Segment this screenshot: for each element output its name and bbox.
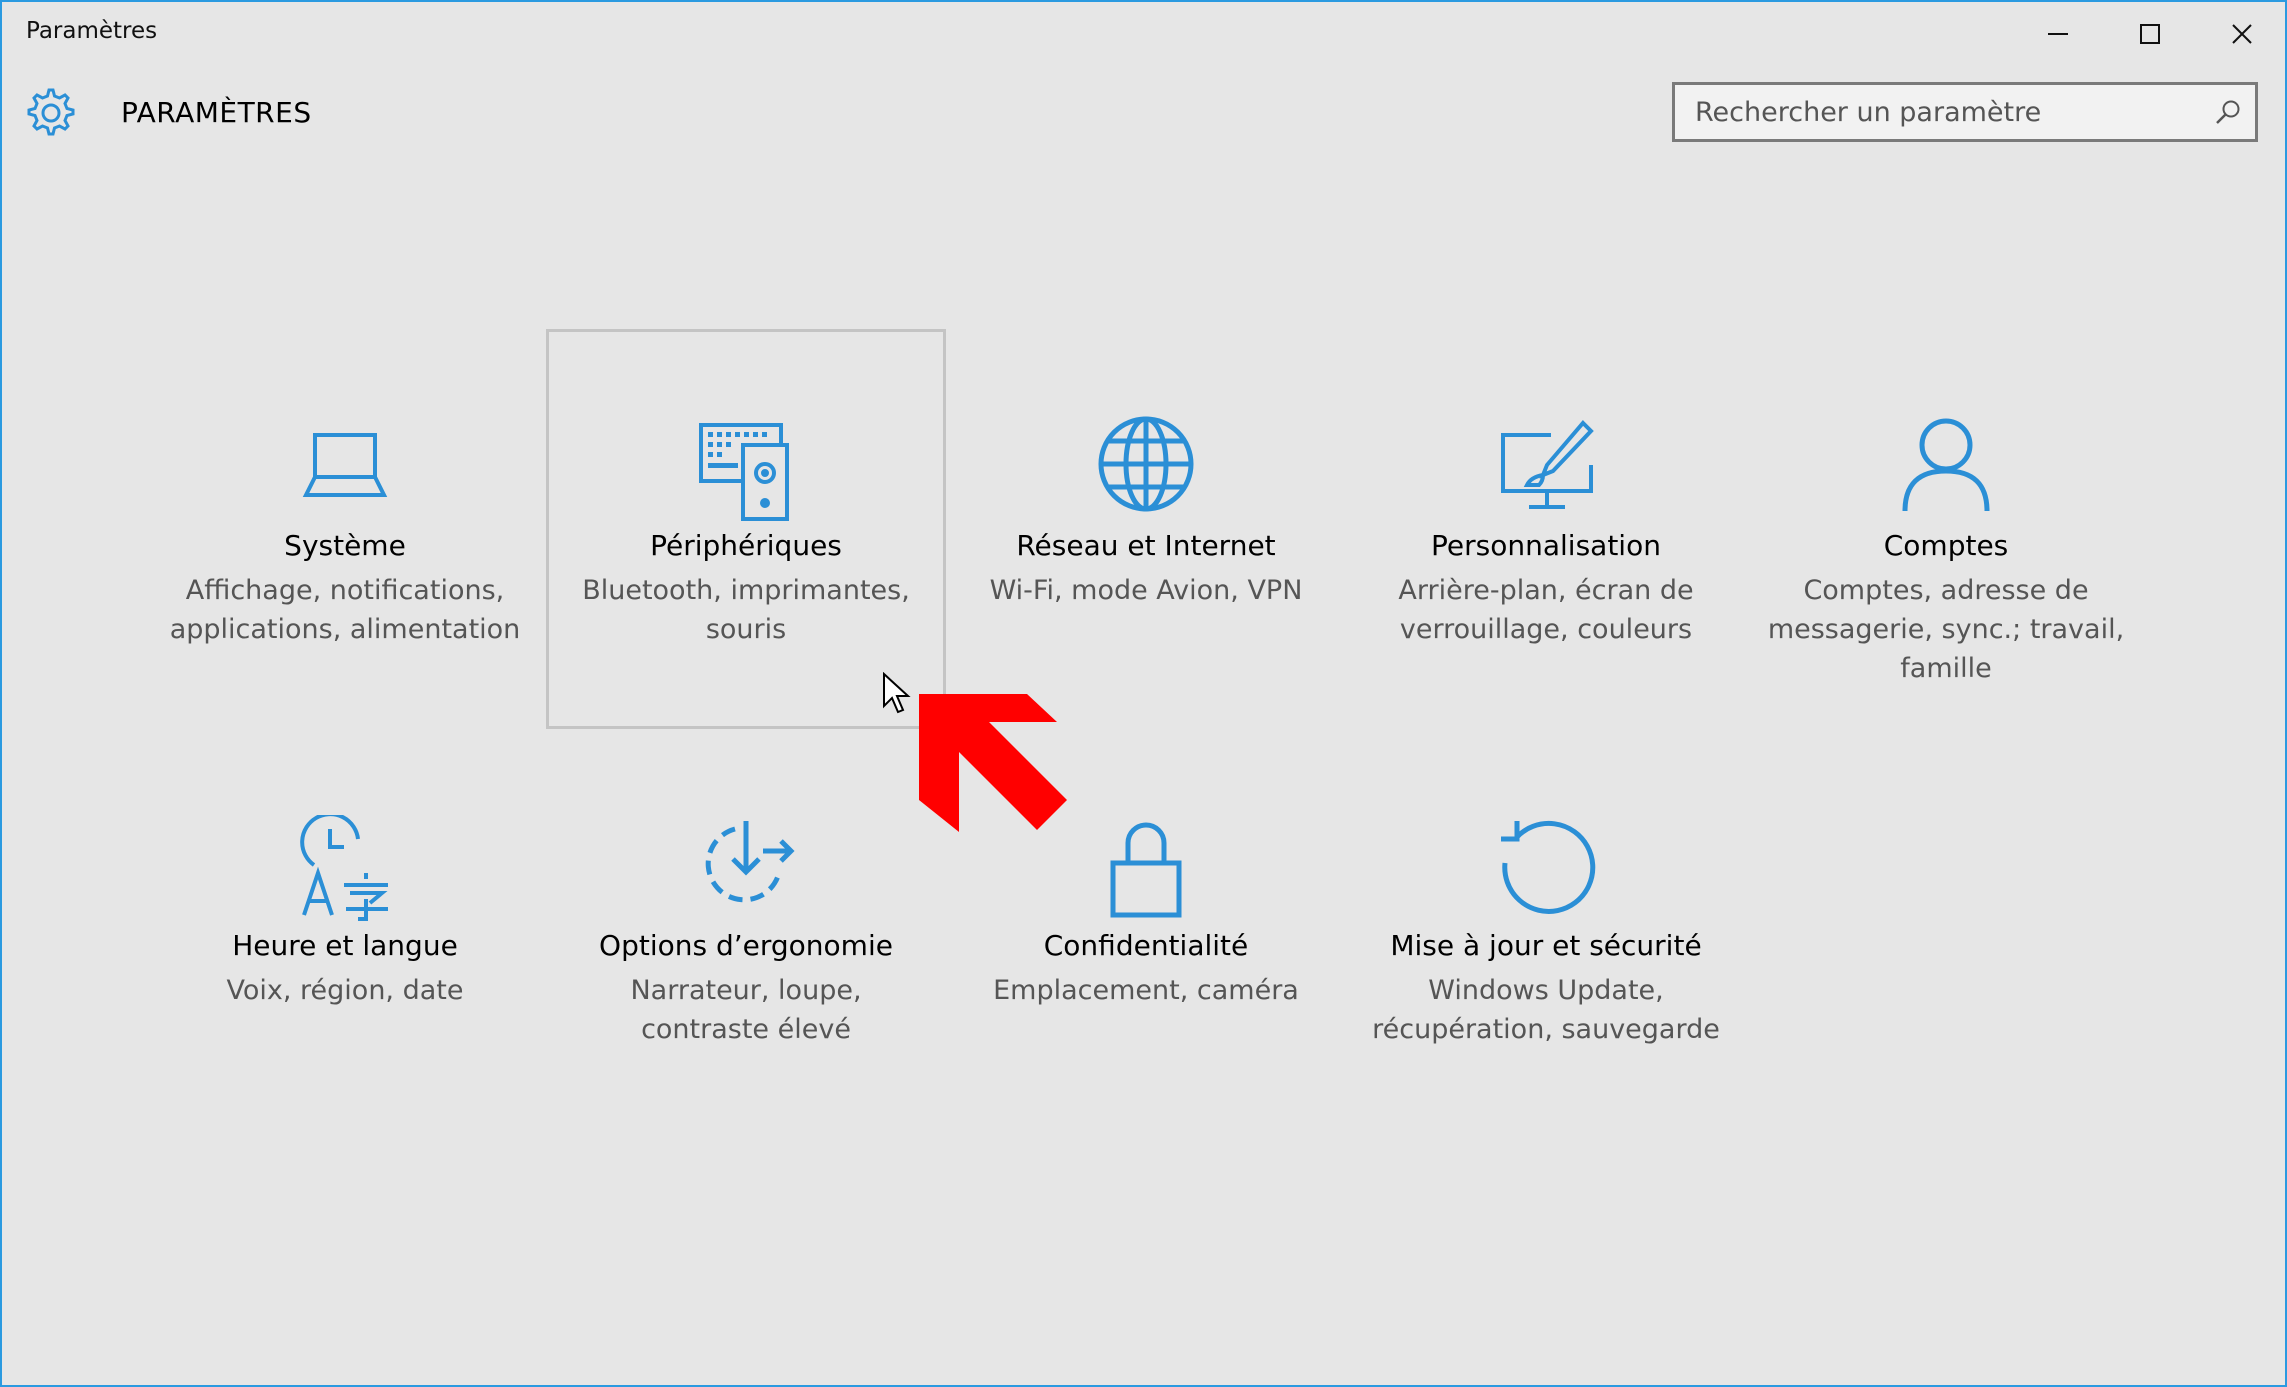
red-arrow-annotation-icon <box>919 694 1067 832</box>
search-input[interactable] <box>1695 85 2195 139</box>
maximize-icon <box>2140 24 2160 44</box>
globe-icon <box>1098 416 1194 512</box>
close-button[interactable] <box>2196 2 2287 66</box>
tile-title: Réseau et Internet <box>1016 529 1276 562</box>
tile-description: Narrateur, loupe, contraste élevé <box>630 975 862 1045</box>
devices-icon <box>699 423 789 521</box>
tile-comptes[interactable]: Comptes Comptes, adresse de messagerie, … <box>1746 329 2146 729</box>
tile-description: Affichage, notifications, applications, … <box>169 575 521 645</box>
tile-description: Arrière-plan, écran de verrouillage, cou… <box>1398 575 1694 645</box>
time-language-icon <box>300 815 388 921</box>
window-title: Paramètres <box>26 18 158 44</box>
tile-title: Périphériques <box>650 529 842 562</box>
search-icon[interactable] <box>2215 99 2241 125</box>
settings-window: Paramètres PARAMÈTRES Rechercher un para… <box>0 0 2287 1387</box>
maximize-button[interactable] <box>2104 2 2196 66</box>
minimize-icon <box>2048 33 2068 35</box>
tile-title: Système <box>284 529 406 562</box>
tile-title: Mise à jour et sécurité <box>1390 929 1702 962</box>
tile-heure-langue[interactable]: Heure et langue Voix, région, date <box>145 729 545 1129</box>
paint-brush-icon <box>1501 420 1594 509</box>
minimize-button[interactable] <box>2012 2 2104 66</box>
title-bar[interactable]: Paramètres <box>2 2 2285 66</box>
tile-title: Heure et langue <box>232 929 458 962</box>
laptop-icon <box>302 433 388 497</box>
tile-peripheriques[interactable]: Périphériques Bluetooth, imprimantes, so… <box>546 329 946 729</box>
close-icon <box>2232 24 2252 44</box>
tile-description: Emplacement, caméra <box>993 975 1299 1006</box>
update-icon <box>1501 821 1596 914</box>
tile-ergonomie[interactable]: Options d’ergonomie Narrateur, loupe, co… <box>546 729 946 1129</box>
page-title: PARAMÈTRES <box>121 96 312 129</box>
tile-reseau[interactable]: Réseau et Internet Wi-Fi, mode Avion, VP… <box>946 329 1346 729</box>
tile-description: Comptes, adresse de messagerie, sync.; t… <box>1767 575 2125 684</box>
tile-title: Confidentialité <box>1043 929 1249 962</box>
tile-description: Windows Update, récupération, sauvegarde <box>1372 975 1720 1045</box>
tile-title: Personnalisation <box>1431 529 1661 562</box>
tile-systeme[interactable]: Système Affichage, notifications, applic… <box>145 329 545 729</box>
tile-description: Bluetooth, imprimantes, souris <box>582 575 910 645</box>
tile-title: Options d’ergonomie <box>599 929 893 962</box>
tile-personnalisation[interactable]: Personnalisation Arrière-plan, écran de … <box>1346 329 1746 729</box>
mouse-cursor-icon <box>883 672 911 714</box>
gear-icon <box>27 88 75 136</box>
tile-mise-a-jour[interactable]: Mise à jour et sécurité Windows Update, … <box>1346 729 1746 1129</box>
tile-description: Wi-Fi, mode Avion, VPN <box>989 575 1303 606</box>
tile-title: Comptes <box>1883 529 2009 562</box>
search-box[interactable] <box>1672 82 2258 142</box>
person-icon <box>1902 418 1990 512</box>
tile-description: Voix, région, date <box>226 975 464 1006</box>
lock-icon <box>1110 822 1182 918</box>
ease-of-access-icon <box>705 821 795 903</box>
